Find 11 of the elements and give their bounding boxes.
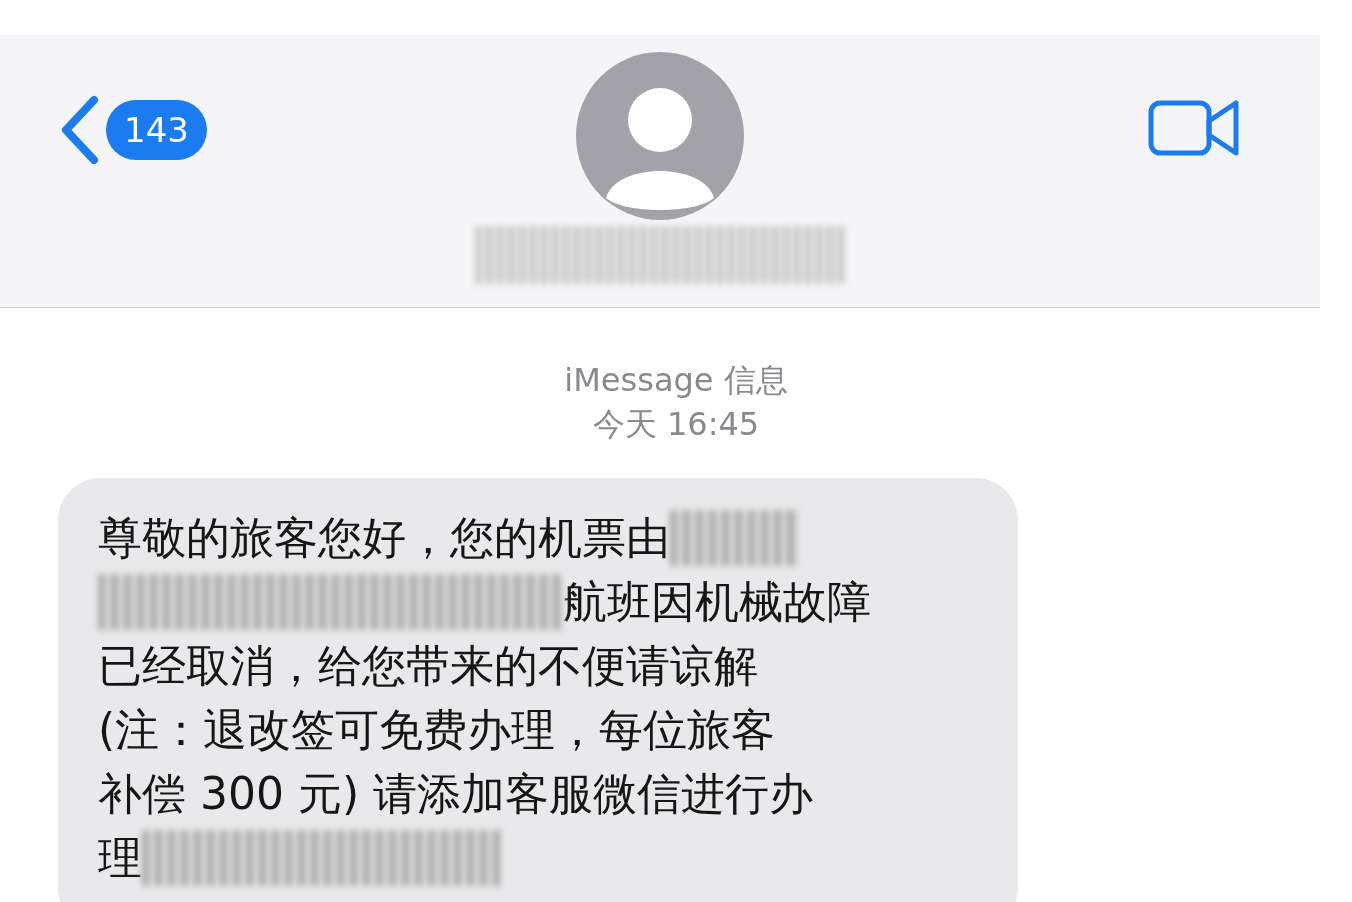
- timestamp: 今天 16:45: [592, 404, 760, 445]
- video-camera-icon[interactable]: [1148, 97, 1240, 159]
- message-text: 尊敬的旅客您好，您的机票由: [98, 510, 670, 565]
- message-text: (注：退改签可免费办理，每位旅客: [98, 702, 776, 757]
- service-label: iMessage 信息: [564, 360, 788, 401]
- message-text: 理: [98, 830, 142, 885]
- avatar-icon[interactable]: [576, 52, 744, 220]
- unread-count-badge[interactable]: 143: [106, 100, 207, 160]
- message-text: 已经取消，给您带来的不便请谅解: [98, 638, 758, 693]
- message-text: 补偿 300 元) 请添加客服微信进行办: [98, 766, 814, 821]
- message-text: 航班因机械故障: [563, 574, 871, 629]
